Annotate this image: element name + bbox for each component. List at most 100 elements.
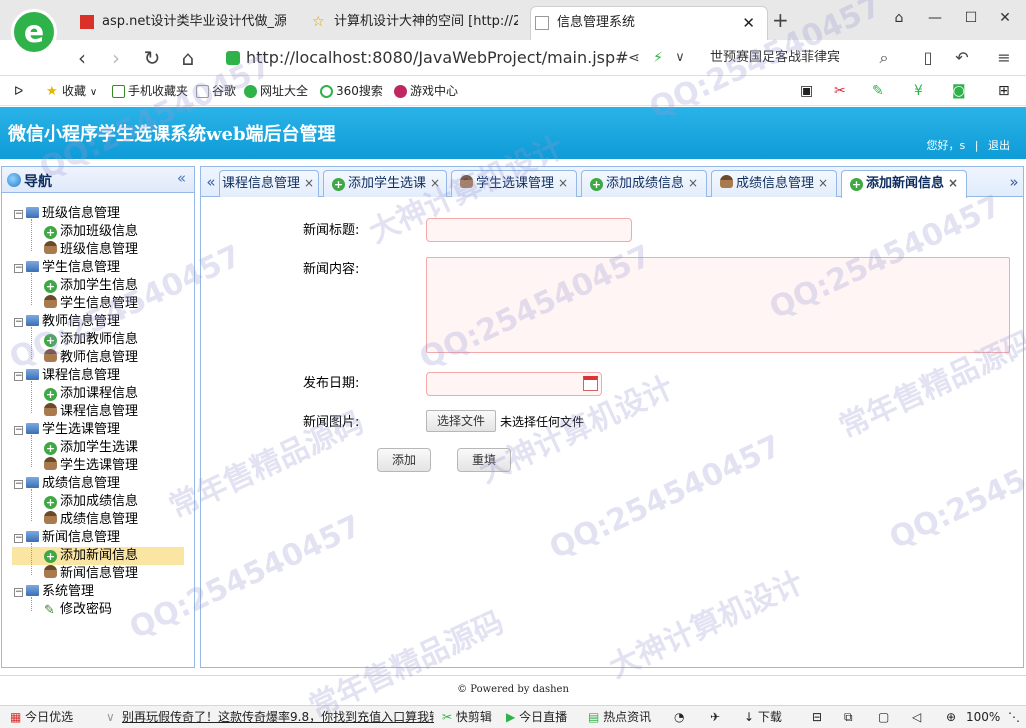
browser-tab-1[interactable]: asp.net设计类毕业设计代做_源... [76,6,286,40]
grid-icon[interactable]: ⊟ [812,707,822,728]
submit-button[interactable]: 添加 [377,448,431,472]
new-tab-button[interactable]: + [772,8,789,32]
close-tab-icon[interactable]: × [430,176,440,190]
status-item[interactable]: ▶ 今日直播 [506,707,567,728]
window-icon[interactable]: ▢ [878,707,889,728]
favorite-item[interactable]: 谷歌 [196,81,236,101]
yen-icon[interactable]: ¥ [914,81,923,101]
tree-connector [31,435,32,467]
translate-icon[interactable]: ✎ [872,81,884,101]
shirt-icon[interactable]: ⌂ [888,10,910,30]
gamepad-icon[interactable]: ◙ [952,81,966,101]
status-item-label: 今日直播 [519,710,568,724]
collapse-toggle-icon[interactable]: − [14,426,23,435]
close-tab-icon[interactable]: × [948,176,958,190]
screenshot-icon[interactable]: ⧉ [844,707,853,728]
status-item[interactable]: ▤ 热点资讯 [588,707,651,728]
home-icon[interactable]: ⌂ [176,47,200,71]
collapse-toggle-icon[interactable]: − [14,264,23,273]
content-tab[interactable]: + 添加成绩信息 × [581,170,707,197]
user-icon [44,457,57,470]
chevron-down-icon[interactable]: ∨ [106,707,115,728]
calendar-icon[interactable] [583,376,598,391]
favorite-item[interactable]: 360搜索 [320,81,383,101]
logout-link[interactable]: 退出 [988,139,1010,152]
speed-icon[interactable]: ◔ [674,707,684,728]
nav-group[interactable]: − 课程信息管理 [14,367,120,385]
scroll-left-icon[interactable]: « [203,170,219,196]
menu-icon[interactable]: ≡ [992,47,1016,71]
collapse-toggle-icon[interactable]: − [14,480,23,489]
nav-group[interactable]: − 班级信息管理 [14,205,120,223]
refresh-icon[interactable]: ↻ [140,47,164,71]
status-item[interactable]: ↓ 下载 [744,707,782,728]
forward-icon[interactable]: › [104,47,128,71]
content-tab[interactable]: 学生选课管理 × [451,170,577,197]
collapse-toggle-icon[interactable]: − [14,588,23,597]
close-window-icon[interactable]: ✕ [994,10,1016,30]
apps-grid-icon[interactable]: ⊞ [998,81,1010,101]
scroll-right-icon[interactable]: » [1006,170,1022,196]
browser-tab-bar: asp.net设计类毕业设计代做_源... ☆ 计算机设计大神的空间 [http… [0,0,1026,44]
nav-item[interactable]: + 添加新闻信息 [12,547,184,565]
extension-icon[interactable]: ▣ [800,81,813,101]
content-tab[interactable]: + 添加学生选课 × [323,170,447,197]
close-tab-icon[interactable]: × [558,176,568,190]
favorite-label: 收藏 [62,84,87,98]
collapse-toggle-icon[interactable]: − [14,534,23,543]
zoom-level[interactable]: 100% [966,707,1000,728]
close-tab-icon[interactable]: × [688,176,698,190]
news-content-textarea[interactable] [426,257,1010,353]
search-suggestion[interactable]: 世预赛国足客战菲律宾 [710,46,840,70]
daily-picks[interactable]: ▦ 今日优选 [10,707,73,728]
close-tab-icon[interactable]: ✕ [742,7,755,39]
nav-group[interactable]: − 成绩信息管理 [14,475,120,493]
nav-group[interactable]: − 学生选课管理 [14,421,120,439]
news-icon: ▤ [588,710,600,724]
scissors-icon[interactable]: ✂ [834,81,846,101]
favorite-item[interactable]: 网址大全 [244,81,308,101]
content-tab[interactable]: 成绩信息管理 × [711,170,837,197]
content-tab[interactable]: + 添加新闻信息 × [841,170,967,198]
browser-tab-3[interactable]: 信息管理系统 ✕ [530,6,768,40]
nav-item[interactable]: ✎ 修改密码 [12,601,112,619]
nav-group[interactable]: − 系统管理 [14,583,94,601]
browser-tab-2[interactable]: ☆ 计算机设计大神的空间 [http://2... [308,6,518,40]
collapse-toggle-icon[interactable]: − [14,210,23,219]
lightning-icon[interactable]: ⚡ [646,47,670,71]
search-icon[interactable]: ⌕ [872,47,896,71]
sound-icon[interactable]: ◁ [912,707,921,728]
favorite-item[interactable]: 游戏中心 [394,81,458,101]
content-tab[interactable]: 课程信息管理 × [219,170,319,197]
undo-icon[interactable]: ↶ [950,47,974,71]
tree-connector [31,273,32,305]
choose-file-button[interactable]: 选择文件 [426,410,496,432]
nav-group[interactable]: − 教师信息管理 [14,313,120,331]
collapse-toggle-icon[interactable]: − [14,372,23,381]
close-tab-icon[interactable]: × [818,176,828,190]
favorite-item[interactable]: ★ 收藏 ∨ [46,81,97,103]
dropdown-icon[interactable]: ∨ [668,47,692,71]
sidebar-toggle-icon[interactable]: ᐅ [14,81,23,101]
maximize-icon[interactable]: ☐ [960,10,982,30]
news-title-input[interactable] [426,218,632,242]
publish-date-input[interactable] [426,372,602,396]
zoom-icon[interactable]: ⊕ [946,707,956,728]
status-item[interactable]: ✂ 快剪辑 [442,707,492,728]
close-tab-icon[interactable]: × [304,176,314,190]
back-icon[interactable]: ‹ [70,47,94,71]
minimize-icon[interactable]: — [924,10,946,30]
add-icon: + [44,442,57,455]
favorite-item[interactable]: 手机收藏夹 [112,81,188,101]
phone-icon[interactable]: ▯ [916,47,940,71]
nav-item-label: 添加教师信息 [60,332,139,347]
nav-group[interactable]: − 新闻信息管理 [14,529,120,547]
collapse-toggle-icon[interactable]: − [14,318,23,327]
add-icon: + [44,334,57,347]
reset-button[interactable]: 重填 [457,448,511,472]
share-icon[interactable]: ⋖ [622,47,646,71]
pin-icon[interactable]: ✈ [710,707,720,728]
nav-group[interactable]: − 学生信息管理 [14,259,120,277]
collapse-icon[interactable]: « [177,169,186,187]
news-ticker[interactable]: 别再玩假传奇了！这款传奇爆率9.8，你找到充值入口算我输 [122,707,434,728]
